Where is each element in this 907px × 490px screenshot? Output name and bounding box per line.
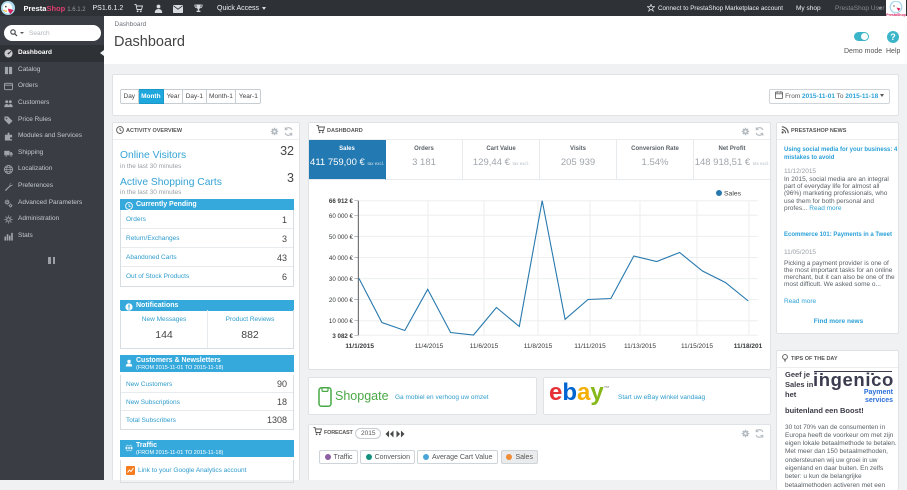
svg-text:Sales: Sales	[724, 191, 742, 198]
svg-text:11/6/2015: 11/6/2015	[470, 343, 499, 350]
svg-text:10 000 €: 10 000 €	[329, 318, 354, 325]
svg-text:11/4/2015: 11/4/2015	[415, 343, 444, 350]
svg-text:11/13/2015: 11/13/2015	[624, 343, 656, 350]
svg-text:11/11/2015: 11/11/2015	[574, 343, 606, 350]
svg-text:11/18/201: 11/18/201	[734, 343, 763, 350]
svg-text:50 000 €: 50 000 €	[329, 234, 354, 241]
svg-text:60 000 €: 60 000 €	[329, 213, 354, 220]
svg-text:3 082 €: 3 082 €	[332, 333, 353, 340]
svg-text:30 000 €: 30 000 €	[329, 276, 354, 283]
svg-text:11/15/2015: 11/15/2015	[681, 343, 713, 350]
svg-text:11/1/2015: 11/1/2015	[345, 343, 374, 350]
svg-text:66 912 €: 66 912 €	[329, 198, 354, 205]
svg-text:11/8/2015: 11/8/2015	[524, 343, 553, 350]
svg-text:20 000 €: 20 000 €	[329, 297, 354, 304]
svg-text:40 000 €: 40 000 €	[329, 255, 354, 262]
